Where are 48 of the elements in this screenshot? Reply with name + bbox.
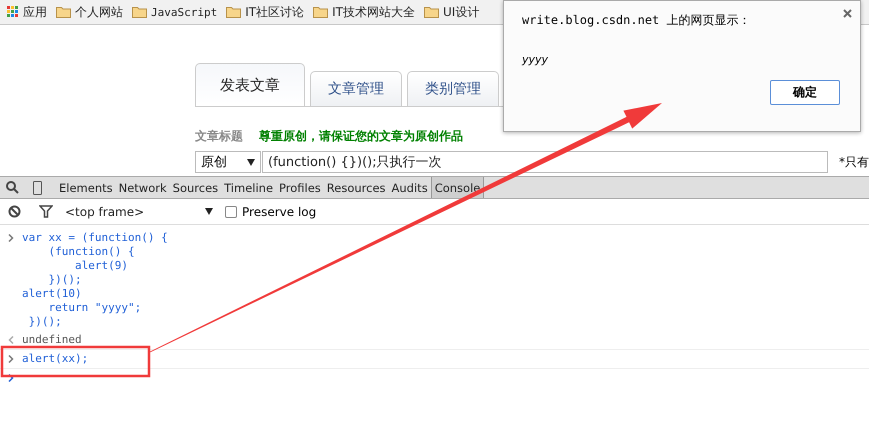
dialog-title: write.blog.csdn.net 上的网页显示：: [522, 12, 750, 29]
ok-button[interactable]: 确定: [770, 80, 840, 105]
caret-icon[interactable]: [247, 158, 255, 166]
apps-icon: [7, 6, 19, 18]
editor-tab[interactable]: 文章管理: [310, 71, 402, 106]
devtools-tab[interactable]: Elements: [56, 177, 116, 198]
bookmark-item[interactable]: UI设计: [424, 4, 480, 20]
chevron-icon: [8, 355, 14, 363]
checkbox-label: Preserve log: [242, 204, 316, 218]
bookmark-item[interactable]: JavaScript: [132, 6, 218, 18]
dialog-message: yyyy: [522, 53, 550, 66]
close-icon[interactable]: [843, 9, 852, 18]
filter-icon[interactable]: [39, 205, 53, 218]
type-select[interactable]: 原创: [195, 151, 261, 173]
chevron-icon: [8, 336, 14, 344]
checkbox[interactable]: [225, 206, 237, 218]
devtools-tab[interactable]: Timeline: [221, 177, 276, 198]
field-label: 文章标题: [195, 128, 243, 145]
folder-icon: [226, 6, 242, 18]
console-result: undefined: [22, 333, 82, 347]
bookmark-item[interactable]: 个人网站: [56, 4, 123, 20]
originality-notice: 尊重原创，请保证您的文章为原创作品: [259, 128, 463, 145]
chevron-icon: [8, 234, 14, 242]
folder-icon: [313, 6, 328, 18]
caret-icon[interactable]: [205, 208, 213, 215]
clear-icon[interactable]: [8, 205, 21, 218]
folder-icon: [424, 6, 439, 18]
prompt-icon[interactable]: [8, 374, 14, 382]
editor-tab[interactable]: 类别管理: [407, 71, 499, 106]
folder-icon: [132, 6, 147, 18]
frame-select[interactable]: <top frame>: [65, 204, 205, 218]
bookmark-item[interactable]: IT社区讨论: [226, 4, 304, 20]
devtools-tab[interactable]: Resources: [324, 177, 389, 198]
console-code: var xx = (function() { (function() { alert(9) })(); alert(10) return "yyyy"; })();: [22, 231, 168, 329]
devtools-tab[interactable]: Audits: [388, 177, 431, 198]
devtools-tab[interactable]: Network: [116, 177, 170, 198]
bookmark-item[interactable]: 应用: [7, 4, 47, 20]
devtools-tab[interactable]: Sources: [170, 177, 222, 198]
required-note: *只有: [839, 154, 869, 170]
console-code: alert(xx);: [22, 352, 88, 366]
editor-tab[interactable]: 发表文章: [195, 63, 305, 106]
devtools-tab[interactable]: Console: [430, 177, 484, 198]
title-input[interactable]: (function() {})();只执行一次: [262, 151, 828, 173]
devtools-tab[interactable]: Profiles: [276, 177, 324, 198]
search-icon[interactable]: [6, 181, 19, 194]
folder-icon: [56, 6, 71, 18]
bookmark-item[interactable]: IT技术网站大全: [313, 4, 415, 20]
device-icon[interactable]: [33, 180, 42, 194]
